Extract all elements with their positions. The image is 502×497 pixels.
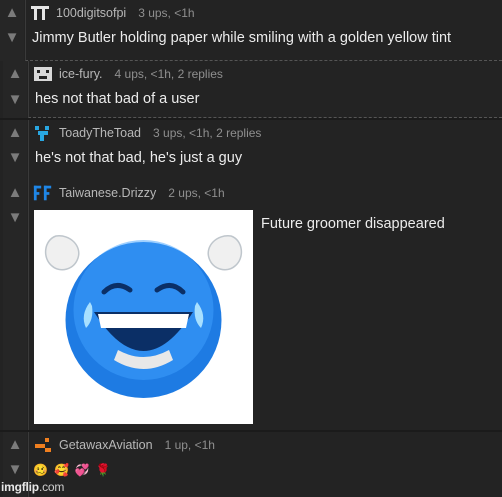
vote-column: ▲ ▼ <box>0 0 24 61</box>
comment-meta: 3 ups, <1h <box>138 6 195 20</box>
comment-body: Taiwanese.Drizzy 2 ups, <1h Future groom… <box>28 180 502 430</box>
comment: ▲ ▼ ice-fury. 4 ups, <1h, 2 replies hes … <box>0 61 502 118</box>
comment-header: GetawaxAviation 1 up, <1h <box>33 436 215 454</box>
downvote-arrow-icon[interactable]: ▼ <box>7 462 23 478</box>
comment-body: ice-fury. 4 ups, <1h, 2 replies hes not … <box>28 61 502 118</box>
comment: ▲ ▼ GetawaxAviation 1 up, <1h 🥴 🥰 💞 🌹 <box>0 432 502 497</box>
rose-emoji-icon: 🌹 <box>95 463 111 477</box>
pixel-avatar-icon[interactable] <box>33 65 53 83</box>
upvote-arrow-icon[interactable]: ▲ <box>7 66 23 82</box>
toad-avatar-icon[interactable] <box>33 124 53 142</box>
comment-text: hes not that bad of a user <box>35 91 200 107</box>
vote-column: ▲ ▼ <box>3 180 27 430</box>
comment-text: Future groomer disappeared <box>261 216 445 232</box>
comment: ▲ ▼ ToadyTheToad 3 ups, <1h, 2 replies h… <box>0 120 502 180</box>
upvote-arrow-icon[interactable]: ▲ <box>4 5 20 21</box>
comment-meta: 3 ups, <1h, 2 replies <box>153 126 262 140</box>
comment: ▲ ▼ 100digitsofpi 3 ups, <1h Jimmy Butle… <box>0 0 502 61</box>
comment-meta: 4 ups, <1h, 2 replies <box>114 67 223 81</box>
upvote-arrow-icon[interactable]: ▲ <box>7 437 23 453</box>
comment-header: 100digitsofpi 3 ups, <1h <box>30 4 195 22</box>
pi-avatar-icon[interactable] <box>30 4 50 22</box>
getawax-avatar-icon[interactable] <box>33 436 53 454</box>
upvote-arrow-icon[interactable]: ▲ <box>7 125 23 141</box>
username[interactable]: GetawaxAviation <box>59 438 153 452</box>
comment: ▲ ▼ Taiwanese.Drizzy 2 ups, <1h Future g… <box>0 180 502 430</box>
downvote-arrow-icon[interactable]: ▼ <box>7 210 23 226</box>
comment-meta: 1 up, <1h <box>164 438 215 452</box>
username[interactable]: ToadyTheToad <box>59 126 141 140</box>
ff-avatar-icon[interactable] <box>33 184 53 202</box>
comment-body: 100digitsofpi 3 ups, <1h Jimmy Butler ho… <box>25 0 502 61</box>
comment-text: Jimmy Butler holding paper while smiling… <box>32 30 452 46</box>
imgflip-watermark: imgflip.com <box>1 480 65 494</box>
laughing-blue-emoji-image[interactable] <box>34 210 253 424</box>
vote-column: ▲ ▼ <box>3 61 27 118</box>
downvote-arrow-icon[interactable]: ▼ <box>7 92 23 108</box>
revolving-hearts-emoji-icon: 💞 <box>74 463 90 477</box>
vote-column: ▲ ▼ <box>3 120 27 180</box>
comment-body: GetawaxAviation 1 up, <1h 🥴 🥰 💞 🌹 <box>28 432 502 497</box>
comment-header: ice-fury. 4 ups, <1h, 2 replies <box>33 65 223 83</box>
comment-meta: 2 ups, <1h <box>168 186 225 200</box>
comment-header: Taiwanese.Drizzy 2 ups, <1h <box>33 184 225 202</box>
woozy-face-emoji-icon: 🥴 <box>33 463 48 477</box>
comment-body: ToadyTheToad 3 ups, <1h, 2 replies he's … <box>28 120 502 180</box>
comment-text: he's not that bad, he's just a guy <box>35 150 243 166</box>
username[interactable]: Taiwanese.Drizzy <box>59 186 156 200</box>
upvote-arrow-icon[interactable]: ▲ <box>7 185 23 201</box>
downvote-arrow-icon[interactable]: ▼ <box>4 30 20 46</box>
username[interactable]: 100digitsofpi <box>56 6 126 20</box>
downvote-arrow-icon[interactable]: ▼ <box>7 150 23 166</box>
emoji-row: 🥴 🥰 💞 🌹 <box>33 463 111 477</box>
comment-header: ToadyTheToad 3 ups, <1h, 2 replies <box>33 124 261 142</box>
username[interactable]: ice-fury. <box>59 67 103 81</box>
smiling-hearts-emoji-icon: 🥰 <box>53 463 69 477</box>
